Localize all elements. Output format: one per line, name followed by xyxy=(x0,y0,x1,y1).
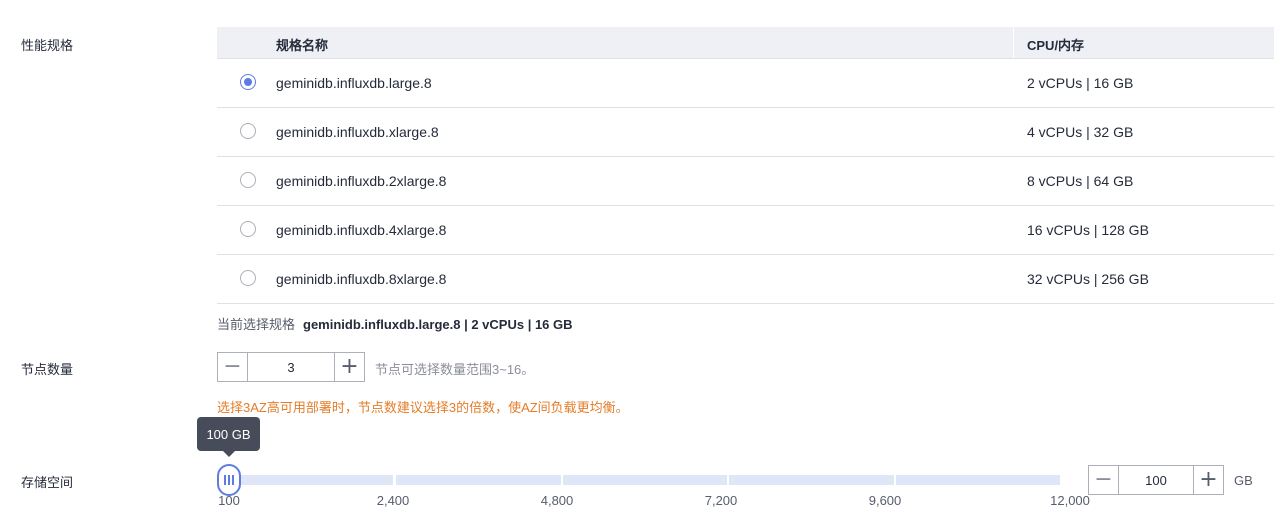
slider-tick-label: 4,800 xyxy=(540,493,574,508)
spec-row[interactable]: geminidb.influxdb.2xlarge.8 8 vCPUs | 64 … xyxy=(217,157,1274,206)
current-spec-value: geminidb.influxdb.large.8 | 2 vCPUs | 16… xyxy=(303,317,573,332)
spec-row[interactable]: geminidb.influxdb.xlarge.8 4 vCPUs | 32 G… xyxy=(217,108,1274,157)
node-az-warning: 选择3AZ高可用部署时，节点数建议选择3的倍数，使AZ间负载更均衡。 xyxy=(217,400,629,415)
storage-tooltip: 100 GB xyxy=(197,417,260,451)
spec-radio[interactable] xyxy=(240,221,256,237)
slider-tick-label: 9,600 xyxy=(868,493,902,508)
slider-segment xyxy=(895,475,1060,485)
grip-icon xyxy=(232,475,234,485)
slider-tick-label: 12,000 xyxy=(1050,493,1090,508)
spec-row[interactable]: geminidb.influxdb.4xlarge.8 16 vCPUs | 12… xyxy=(217,206,1274,255)
spec-name: geminidb.influxdb.large.8 xyxy=(276,75,432,91)
slider-segment xyxy=(396,475,561,485)
spec-cpu-memory: 8 vCPUs | 64 GB xyxy=(1027,173,1134,189)
spec-cpu-memory: 32 vCPUs | 256 GB xyxy=(1027,271,1149,287)
storage-input[interactable] xyxy=(1119,466,1193,494)
spec-radio[interactable] xyxy=(240,172,256,188)
node-decrement-button[interactable]: − xyxy=(218,353,248,381)
node-count-hint: 节点可选择数量范围3~16。 xyxy=(375,362,535,377)
storage-label: 存储空间 xyxy=(21,475,74,490)
plus-icon: + xyxy=(1199,467,1218,492)
plus-icon: + xyxy=(340,354,359,379)
performance-spec-label: 性能规格 xyxy=(21,38,74,53)
spec-name: geminidb.influxdb.8xlarge.8 xyxy=(276,271,447,287)
spec-radio[interactable] xyxy=(240,270,256,286)
current-spec: 当前选择规格 geminidb.influxdb.large.8 | 2 vCPU… xyxy=(217,314,573,333)
spec-name: geminidb.influxdb.4xlarge.8 xyxy=(276,222,447,238)
spec-name: geminidb.influxdb.2xlarge.8 xyxy=(276,173,447,189)
storage-increment-button[interactable]: + xyxy=(1193,466,1223,494)
storage-slider-track[interactable] xyxy=(229,475,1061,485)
current-spec-label: 当前选择规格 xyxy=(217,317,296,332)
spec-cpu-memory: 2 vCPUs | 16 GB xyxy=(1027,75,1134,91)
storage-decrement-button[interactable]: − xyxy=(1089,466,1119,494)
minus-icon: − xyxy=(1094,467,1113,492)
spec-radio[interactable] xyxy=(240,74,256,90)
spec-cpu-memory: 16 vCPUs | 128 GB xyxy=(1027,222,1149,238)
storage-stepper: − + xyxy=(1088,465,1224,495)
slider-segment xyxy=(229,475,394,485)
slider-segment xyxy=(562,475,728,485)
column-header-cpu-memory: CPU/内存 xyxy=(1027,38,1085,53)
spec-row[interactable]: geminidb.influxdb.large.8 2 vCPUs | 16 GB xyxy=(217,59,1274,108)
slider-segment xyxy=(729,475,894,485)
node-count-label: 节点数量 xyxy=(21,362,74,377)
spec-row[interactable]: geminidb.influxdb.8xlarge.8 32 vCPUs | 25… xyxy=(217,255,1274,304)
minus-icon: − xyxy=(223,354,242,379)
column-divider xyxy=(1013,27,1014,58)
node-count-stepper: − + xyxy=(217,352,365,382)
node-increment-button[interactable]: + xyxy=(334,353,364,381)
spec-table-header: 规格名称 CPU/内存 xyxy=(217,27,1274,59)
column-header-spec-name: 规格名称 xyxy=(276,38,329,53)
spec-table: 规格名称 CPU/内存 geminidb.influxdb.large.8 2 v… xyxy=(217,27,1274,304)
grip-icon xyxy=(228,475,230,485)
slider-tick-label: 2,400 xyxy=(376,493,410,508)
spec-name: geminidb.influxdb.xlarge.8 xyxy=(276,124,439,140)
node-count-input[interactable] xyxy=(248,353,334,381)
spec-radio[interactable] xyxy=(240,123,256,139)
tooltip-arrow xyxy=(223,451,235,457)
slider-tick-label: 7,200 xyxy=(704,493,738,508)
grip-icon xyxy=(224,475,226,485)
storage-unit: GB xyxy=(1234,473,1253,488)
spec-cpu-memory: 4 vCPUs | 32 GB xyxy=(1027,124,1134,140)
slider-tick-label: 100 xyxy=(218,493,240,508)
storage-slider-handle[interactable] xyxy=(217,464,241,496)
